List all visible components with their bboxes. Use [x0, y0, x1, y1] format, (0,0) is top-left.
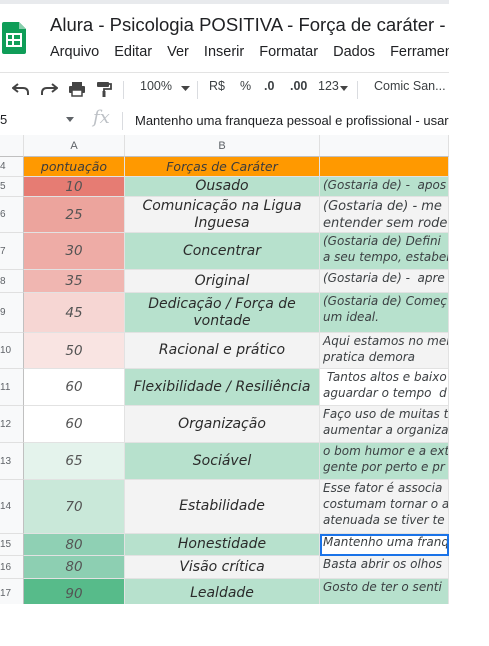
strength-cell[interactable]: Racional e prático [125, 333, 320, 369]
font-family-select[interactable]: Comic San... [374, 79, 446, 93]
fx-icon: fx [93, 107, 110, 128]
row-header[interactable]: 4 [0, 157, 24, 177]
sheets-logo-icon[interactable] [2, 22, 26, 54]
row-header[interactable]: 6 [0, 197, 24, 233]
strength-cell[interactable]: Flexibilidade / Resiliência [125, 369, 320, 406]
strength-cell[interactable]: Visão crítica [125, 556, 320, 579]
document-title[interactable]: Alura - Psicologia POSITIVA - Força de c… [50, 14, 446, 36]
menu-formatar[interactable]: Formatar [259, 44, 318, 60]
toolbar-divider [197, 81, 198, 99]
currency-format-button[interactable]: R$ [209, 79, 225, 93]
note-cell[interactable]: (Gostaria de) Defini a seu tempo, estabe… [320, 233, 449, 270]
note-cell[interactable]: Esse fator é associa costumam tornar o a… [320, 480, 449, 534]
score-cell[interactable]: 80 [24, 534, 125, 556]
row-header[interactable]: 10 [0, 333, 24, 369]
row-header[interactable]: 15 [0, 534, 24, 556]
zoom-dropdown-icon[interactable] [181, 86, 190, 92]
strength-cell[interactable]: Honestidade [125, 534, 320, 556]
strength-cell[interactable]: Organização [125, 406, 320, 443]
number-format-select[interactable]: 123 [318, 79, 339, 93]
name-box-dropdown-icon[interactable] [66, 117, 74, 122]
redo-icon[interactable] [40, 81, 58, 97]
note-cell[interactable]: (Gostaria de) Começ um ideal. [320, 293, 449, 333]
strength-cell[interactable]: Sociável [125, 443, 320, 480]
score-cell[interactable]: 70 [24, 480, 125, 534]
note-cell[interactable]: (Gostaria de) - apos [320, 177, 449, 197]
note-cell[interactable]: Faço uso de muitas t aumentar a organiza [320, 406, 449, 443]
row-header[interactable]: 7 [0, 233, 24, 270]
note-cell[interactable]: Basta abrir os olhos [320, 556, 449, 579]
menu-ferramentas[interactable]: Ferramenta [390, 44, 449, 60]
row-header[interactable]: 13 [0, 443, 24, 480]
score-cell[interactable]: 10 [24, 177, 125, 197]
menu-editar[interactable]: Editar [114, 44, 152, 60]
percent-format-button[interactable]: % [240, 79, 251, 93]
score-cell[interactable]: 65 [24, 443, 125, 480]
row-header[interactable]: 8 [0, 270, 24, 293]
decrease-decimal-button[interactable]: .0 [264, 79, 274, 93]
strength-cell[interactable]: Dedicação / Força de vontade [125, 293, 320, 333]
column-header-b[interactable]: B [125, 135, 320, 157]
row-header[interactable]: 17 [0, 579, 24, 604]
paint-format-icon[interactable] [96, 81, 112, 98]
zoom-select[interactable]: 100% [140, 79, 172, 93]
note-cell[interactable]: Tantos altos e baixo aguardar o tempo d [320, 369, 449, 406]
menu-dados[interactable]: Dados [333, 44, 375, 60]
menu-inserir[interactable]: Inserir [204, 44, 244, 60]
strength-cell[interactable]: Estabilidade [125, 480, 320, 534]
note-cell[interactable]: o bom humor e a ext gente por perto e pr [320, 443, 449, 480]
undo-icon[interactable] [12, 81, 30, 97]
name-box[interactable]: 5 [0, 112, 7, 127]
row-header[interactable]: 11 [0, 369, 24, 406]
number-format-dropdown-icon[interactable] [340, 86, 348, 91]
toolbar-divider [357, 81, 358, 99]
strength-cell[interactable]: Concentrar [125, 233, 320, 270]
browser-strip [0, 0, 449, 4]
row-header[interactable]: 12 [0, 406, 24, 443]
score-cell[interactable]: 50 [24, 333, 125, 369]
strength-cell[interactable]: Ousado [125, 177, 320, 197]
row-header[interactable]: 9 [0, 293, 24, 333]
formula-divider [122, 112, 123, 130]
menu-arquivo[interactable]: Arquivo [50, 44, 99, 60]
header-note-cell[interactable] [320, 157, 449, 177]
print-icon[interactable] [68, 81, 86, 97]
menu-ver[interactable]: Ver [167, 44, 189, 60]
formula-input[interactable]: Mantenho uma franqueza pessoal e profiss… [135, 113, 449, 128]
formula-bar: 5 fx Mantenho uma franqueza pessoal e pr… [0, 106, 449, 136]
header-score-cell[interactable]: pontuação [24, 157, 125, 177]
column-header-a[interactable]: A [24, 135, 125, 157]
row-header[interactable]: 16 [0, 556, 24, 579]
strength-cell[interactable]: Lealdade [125, 579, 320, 604]
select-all-corner[interactable] [0, 135, 24, 157]
score-cell[interactable]: 90 [24, 579, 125, 604]
note-cell[interactable]: Mantenho uma franq [320, 534, 449, 556]
spreadsheet-app: Alura - Psicologia POSITIVA - Força de c… [0, 0, 449, 604]
toolbar: 100% R$ % .0 .00 123 Comic San... [0, 72, 449, 107]
note-cell[interactable]: Aqui estamos no mei pratica demora [320, 333, 449, 369]
header-strength-cell[interactable]: Forças de Caráter [125, 157, 320, 177]
sheet-grid: A B 4 pontuação Forças de Caráter 5 10 Ousado… [0, 135, 449, 604]
score-cell[interactable]: 30 [24, 233, 125, 270]
score-cell[interactable]: 35 [24, 270, 125, 293]
column-header-c[interactable] [320, 135, 449, 157]
row-header[interactable]: 5 [0, 177, 24, 197]
score-cell[interactable]: 60 [24, 369, 125, 406]
score-cell[interactable]: 60 [24, 406, 125, 443]
row-header[interactable]: 14 [0, 480, 24, 534]
toolbar-divider [123, 81, 124, 99]
strength-cell[interactable]: Original [125, 270, 320, 293]
note-cell[interactable]: (Gostaria de) - me entender sem rode [320, 197, 449, 233]
menu-bar: Arquivo Editar Ver Inserir Formatar Dado… [50, 44, 449, 60]
score-cell[interactable]: 25 [24, 197, 125, 233]
score-cell[interactable]: 45 [24, 293, 125, 333]
note-cell[interactable]: Gosto de ter o senti [320, 579, 449, 604]
strength-cell[interactable]: Comunicação na Ligua Inguesa [125, 197, 320, 233]
increase-decimal-button[interactable]: .00 [290, 79, 307, 93]
score-cell[interactable]: 80 [24, 556, 125, 579]
note-cell[interactable]: (Gostaria de) - apre [320, 270, 449, 293]
